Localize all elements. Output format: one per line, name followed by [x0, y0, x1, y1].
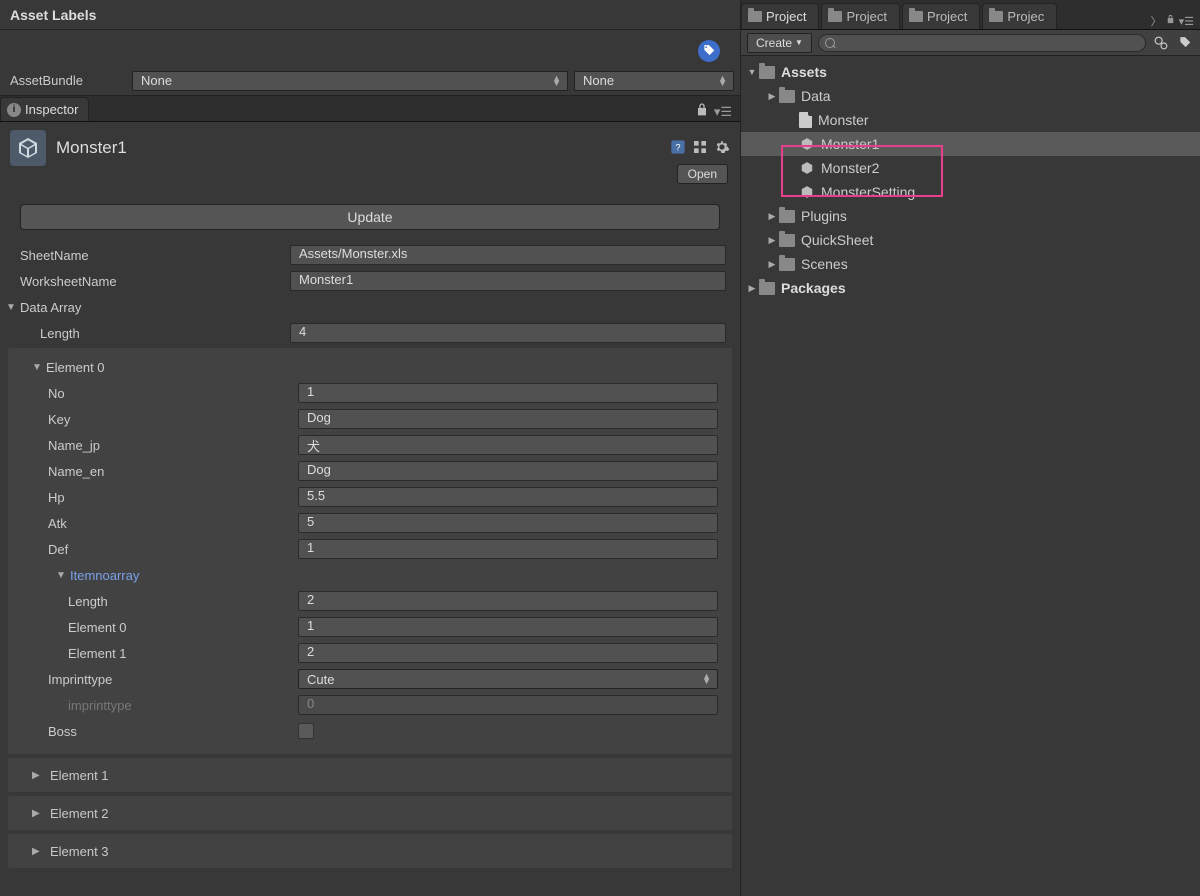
imprinttype-label: Imprinttype [48, 672, 298, 687]
project-tab-2[interactable]: Project [821, 3, 899, 29]
asset-labels-header: Asset Labels [0, 0, 740, 30]
boss-label: Boss [48, 724, 298, 739]
def-label: Def [48, 542, 298, 557]
worksheetname-label: WorksheetName [20, 274, 290, 289]
element2-foldout[interactable]: ▶Element 2 [8, 796, 732, 830]
atk-input[interactable]: 5 [298, 513, 718, 533]
gear-icon[interactable] [714, 139, 730, 158]
unity-asset-icon [799, 184, 815, 200]
imprinttype-sub-input: 0 [298, 695, 718, 715]
itemarr-length-label: Length [68, 594, 298, 609]
search-by-type-icon[interactable] [1152, 34, 1170, 52]
itemarr-el1-input[interactable]: 2 [298, 643, 718, 663]
project-tab-3[interactable]: Project [902, 3, 980, 29]
assetbundle-label: AssetBundle [6, 73, 126, 88]
def-input[interactable]: 1 [298, 539, 718, 559]
sheetname-input[interactable]: Assets/Monster.xls [290, 245, 726, 265]
name-jp-label: Name_jp [48, 438, 298, 453]
folder-icon [759, 66, 775, 79]
project-search-input[interactable] [818, 34, 1146, 52]
preset-icon[interactable] [692, 139, 708, 158]
tree-plugins[interactable]: ▶Plugins [741, 204, 1200, 228]
itemnoarray-foldout[interactable]: Itemnoarray [8, 562, 732, 588]
lock-icon[interactable] [694, 102, 710, 121]
chevron-right-icon[interactable]: 〉 [1151, 13, 1162, 29]
assetbundle-name-select[interactable]: None▲▼ [132, 71, 568, 91]
key-input[interactable]: Dog [298, 409, 718, 429]
folder-icon [828, 11, 842, 22]
project-tab-4[interactable]: Projec [982, 3, 1057, 29]
project-tab-1[interactable]: Project [741, 3, 819, 29]
tree-assets[interactable]: ▼Assets [741, 60, 1200, 84]
name-jp-input[interactable]: 犬 [298, 435, 718, 455]
no-input[interactable]: 1 [298, 383, 718, 403]
folder-icon [779, 234, 795, 247]
itemarr-el1-label: Element 1 [68, 646, 298, 661]
itemarr-el0-input[interactable]: 1 [298, 617, 718, 637]
info-icon: i [7, 103, 21, 117]
length-label: Length [40, 326, 290, 341]
tree-monster[interactable]: Monster [741, 108, 1200, 132]
search-by-label-icon[interactable] [1176, 34, 1194, 52]
tree-packages[interactable]: ▶Packages [741, 276, 1200, 300]
open-button[interactable]: Open [677, 164, 728, 184]
imprinttype-select[interactable]: Cute▲▼ [298, 669, 718, 689]
file-icon [799, 112, 812, 128]
inspector-tab[interactable]: i Inspector [0, 97, 89, 121]
boss-checkbox[interactable] [298, 723, 314, 739]
lock-icon[interactable] [1165, 14, 1176, 28]
folder-icon [759, 282, 775, 295]
folder-icon [989, 11, 1003, 22]
folder-icon [779, 258, 795, 271]
help-icon[interactable]: ? [670, 139, 686, 158]
create-button[interactable]: Create▼ [747, 33, 812, 53]
tree-monstersetting[interactable]: MonsterSetting [741, 180, 1200, 204]
length-input[interactable]: 4 [290, 323, 726, 343]
tag-icon[interactable] [698, 40, 720, 62]
element0-foldout[interactable]: Element 0 [8, 354, 732, 380]
unity-asset-icon [799, 160, 815, 176]
element1-foldout[interactable]: ▶Element 1 [8, 758, 732, 792]
tab-menu-icon[interactable]: ▾☰ [714, 104, 732, 120]
tree-scenes[interactable]: ▶Scenes [741, 252, 1200, 276]
no-label: No [48, 386, 298, 401]
unity-asset-icon [799, 136, 815, 152]
itemarr-el0-label: Element 0 [68, 620, 298, 635]
sheetname-label: SheetName [20, 248, 290, 263]
project-tree: ▼Assets ▶Data Monster Monster1 Monster2 … [741, 56, 1200, 304]
tree-monster2[interactable]: Monster2 [741, 156, 1200, 180]
hp-input[interactable]: 5.5 [298, 487, 718, 507]
hp-label: Hp [48, 490, 298, 505]
folder-icon [779, 210, 795, 223]
svg-text:?: ? [675, 142, 680, 152]
data-array-foldout[interactable]: Data Array [0, 294, 740, 320]
folder-icon [779, 90, 795, 103]
imprinttype-sub-label: imprinttype [48, 698, 298, 713]
atk-label: Atk [48, 516, 298, 531]
tree-monster1[interactable]: Monster1 [741, 132, 1200, 156]
tree-data[interactable]: ▶Data [741, 84, 1200, 108]
update-button[interactable]: Update [20, 204, 720, 230]
itemarr-length-input[interactable]: 2 [298, 591, 718, 611]
key-label: Key [48, 412, 298, 427]
name-en-label: Name_en [48, 464, 298, 479]
assetbundle-variant-select[interactable]: None▲▼ [574, 71, 734, 91]
object-name: Monster1 [56, 138, 660, 158]
tab-menu-icon[interactable]: ▾☰ [1179, 15, 1194, 28]
name-en-input[interactable]: Dog [298, 461, 718, 481]
worksheetname-input[interactable]: Monster1 [290, 271, 726, 291]
folder-icon [909, 11, 923, 22]
element3-foldout[interactable]: ▶Element 3 [8, 834, 732, 868]
tree-quicksheet[interactable]: ▶QuickSheet [741, 228, 1200, 252]
folder-icon [748, 11, 762, 22]
unity-asset-icon [10, 130, 46, 166]
